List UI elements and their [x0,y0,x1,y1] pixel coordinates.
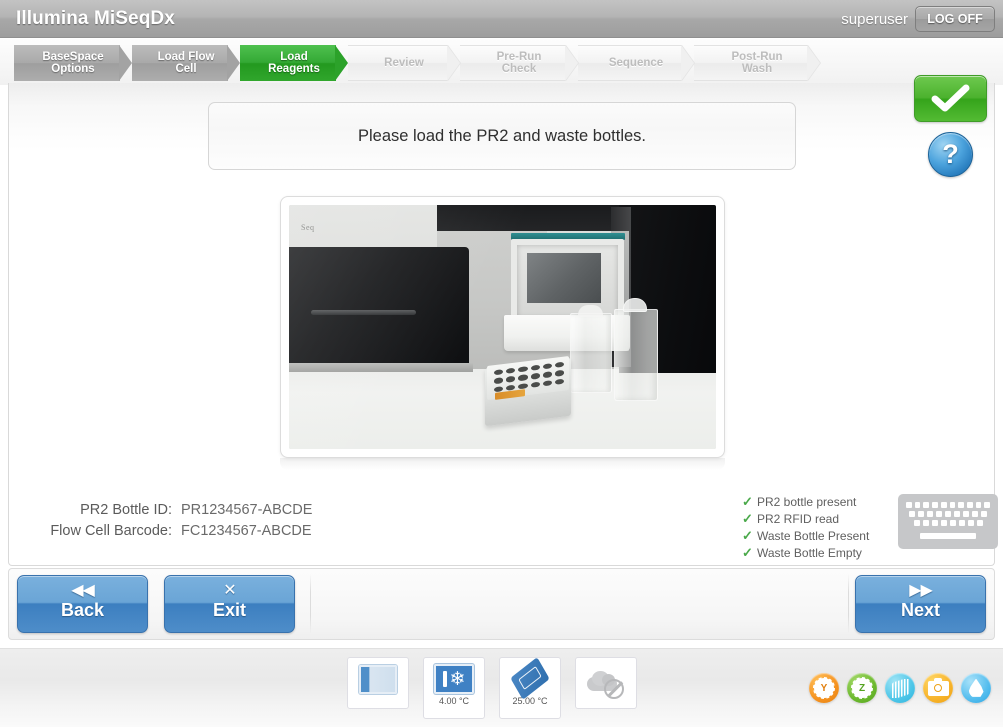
gear-y-label: Y [820,682,828,694]
step-label-line2: Options [51,63,95,75]
photo-shadow [280,458,725,470]
back-button[interactable]: ◀◀ Back [17,575,148,633]
workflow-breadcrumb: BaseSpace Options Load Flow Cell Load Re… [0,39,1003,85]
check-label: Waste Bottle Present [757,528,870,543]
check-item-waste-bottle-present: ✓ Waste Bottle Present [742,528,892,543]
check-item-pr2-bottle-present: ✓ PR2 bottle present [742,494,892,509]
cloud-disconnected-icon [585,667,627,699]
breadcrumb-step-review[interactable]: Review [348,45,460,81]
breadcrumb-step-sequence[interactable]: Sequence [578,45,694,81]
info-label: Flow Cell Barcode: [50,522,172,539]
fluidics-drop-icon[interactable] [961,673,991,703]
step-label-line1: Sequence [608,56,664,69]
instrument-photo: Seq [289,205,716,449]
sensor-checklist: ✓ PR2 bottle present ✓ PR2 RFID read ✓ W… [742,494,892,562]
checkmark-icon [931,84,969,111]
sensor-tile-group: ❄ 4.00 °C 25.00 °C [347,657,637,719]
status-bar: ❄ 4.00 °C 25.00 °C Y Z [0,648,1003,727]
check-label: PR2 bottle present [757,494,857,509]
instrument-photo-frame: Seq [280,196,725,458]
sensor-tile-chiller[interactable]: ❄ 4.00 °C [423,657,485,719]
next-button[interactable]: ▶▶ Next [855,575,986,633]
keyboard-spacebar [920,533,976,539]
check-label: PR2 RFID read [757,511,840,526]
step-label-line2: Wash [741,63,773,75]
snowflake-chiller-icon: ❄ [434,664,474,694]
step-label-line2: Check [501,63,537,75]
step-label-line1: Post-Run [731,50,783,63]
photo-gloss-overlay [289,205,716,449]
flow-cell-bay-icon [359,665,397,694]
gear-z-label: Z [858,682,866,694]
instruction-message-text: Please load the PR2 and waste bottles. [357,126,647,145]
sensor-tile-cloud-status[interactable] [575,657,637,709]
step-label-line1: Pre-Run [496,50,542,63]
camera-icon[interactable] [923,673,953,703]
info-label: PR2 Bottle ID: [80,501,172,518]
flow-cell-slide-icon [510,657,550,700]
breadcrumb-step-load-reagents[interactable]: Load Reagents [240,45,348,81]
current-user-label: superuser [841,11,908,28]
info-value: FC1234567-ABCDE [181,522,312,539]
button-bar-divider-left [310,574,311,634]
consumable-info-list: PR2 Bottle ID: PR1234567-ABCDE Flow Cell… [21,499,361,541]
breadcrumb-steps: BaseSpace Options Load Flow Cell Load Re… [14,45,820,81]
breadcrumb-step-load-flow-cell[interactable]: Load Flow Cell [132,45,240,81]
info-row-flow-cell-barcode: Flow Cell Barcode: FC1234567-ABCDE [21,520,361,541]
flow-cell-icon[interactable] [885,673,915,703]
step-label-line2: Cell [175,63,197,75]
main-content-panel: Please load the PR2 and waste bottles. ? [8,75,998,566]
app-title: Illumina MiSeqDx [16,8,175,29]
step-label-line1: Load Flow [157,50,215,63]
sensor-tile-flow-cell-bay[interactable] [347,657,409,709]
forward-arrows-icon: ▶▶ [909,582,933,599]
info-value: PR1234567-ABCDE [181,501,313,518]
confirm-checkmark-button[interactable] [914,75,987,122]
check-icon: ✓ [742,494,753,509]
back-arrows-icon: ◀◀ [71,582,95,599]
help-button[interactable]: ? [928,132,973,177]
breadcrumb-step-basespace-options[interactable]: BaseSpace Options [14,45,132,81]
step-label-line1: Load [280,50,308,63]
instruction-message-box: Please load the PR2 and waste bottles. [208,102,796,170]
check-icon: ✓ [742,545,753,560]
sensor-tile-flow-cell-temp[interactable]: 25.00 °C [499,657,561,719]
keyboard-icon[interactable] [898,494,998,549]
check-icon: ✓ [742,511,753,526]
check-icon: ✓ [742,528,753,543]
gear-y-icon[interactable]: Y [809,673,839,703]
breadcrumb-step-pre-run-check[interactable]: Pre-Run Check [460,45,578,81]
step-label-line1: Review [384,56,424,69]
step-label-line2: Reagents [268,63,320,75]
question-mark-icon: ? [942,139,959,169]
keyboard-key-rows [905,502,991,529]
close-x-icon: ✕ [223,582,236,599]
log-off-button[interactable]: LOG OFF [915,6,995,32]
check-item-pr2-rfid-read: ✓ PR2 RFID read [742,511,892,526]
back-button-label: Back [60,600,105,620]
info-row-pr2-bottle-id: PR2 Bottle ID: PR1234567-ABCDE [21,499,361,520]
status-indicator-icons: Y Z [809,673,991,703]
check-label: Waste Bottle Empty [757,545,862,560]
miseqdx-application: Illumina MiSeqDx superuser LOG OFF BaseS… [0,0,1003,727]
button-bar-divider-right [848,574,849,634]
gear-z-icon[interactable]: Z [847,673,877,703]
exit-button[interactable]: ✕ Exit [164,575,295,633]
app-header: Illumina MiSeqDx superuser LOG OFF [0,0,1003,38]
navigation-button-bar: ◀◀ Back ✕ Exit ▶▶ Next [8,568,995,640]
exit-button-label: Exit [212,600,246,620]
step-label-line1: BaseSpace [42,50,104,63]
breadcrumb-step-post-run-wash[interactable]: Post-Run Wash [694,45,820,81]
next-button-label: Next [900,600,940,620]
flow-cell-temperature: 25.00 °C [512,696,548,706]
chiller-temperature: 4.00 °C [438,696,470,706]
check-item-waste-bottle-empty: ✓ Waste Bottle Empty [742,545,892,560]
